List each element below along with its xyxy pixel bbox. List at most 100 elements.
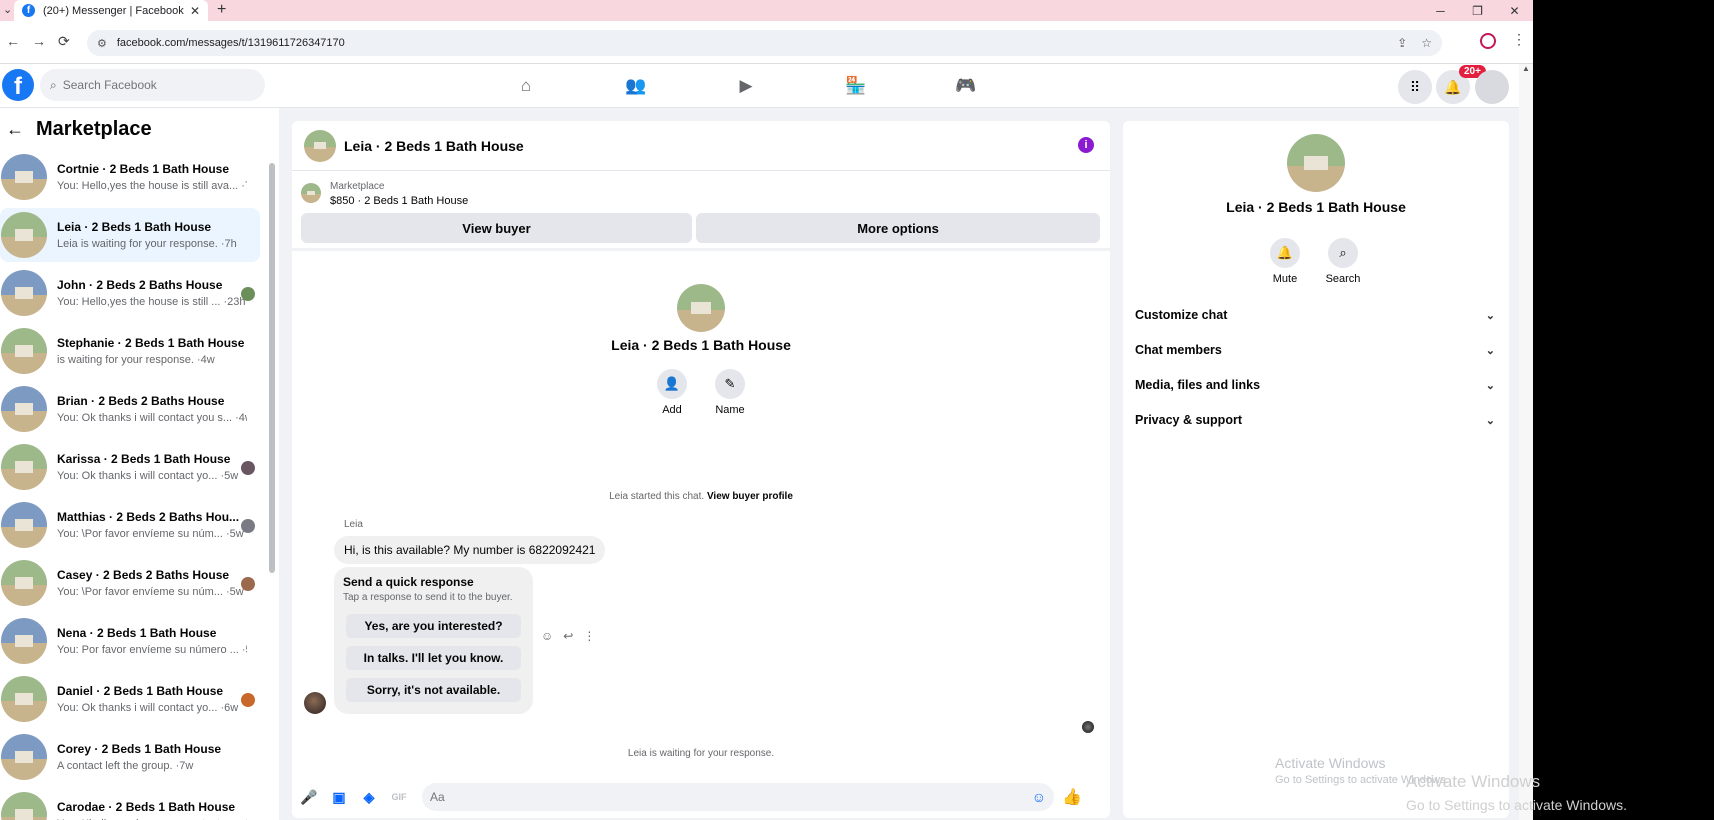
tab-close-icon[interactable]: ✕ <box>190 4 200 18</box>
message-input-box[interactable]: ☺ <box>422 783 1054 811</box>
browser-profile-icon[interactable] <box>1480 33 1496 49</box>
facebook-search[interactable]: ⌕ <box>40 69 265 101</box>
facebook-search-input[interactable] <box>62 78 243 92</box>
account-avatar[interactable] <box>1475 70 1509 104</box>
edit-name-button[interactable]: ✎ Name <box>710 369 750 416</box>
sticker-icon[interactable]: ◈ <box>354 789 384 806</box>
magnifier-icon: ⌕ <box>1328 238 1358 268</box>
tab-messenger[interactable]: f (20+) Messenger | Facebook ✕ <box>14 0 208 21</box>
more-actions-icon[interactable]: ⋮ <box>583 629 595 643</box>
chevron-down-icon: ⌄ <box>1485 379 1495 392</box>
conversation-item[interactable]: Cortnie · 2 Beds 1 Bath House You: Hello,… <box>0 150 260 204</box>
chat-profile-avatar[interactable] <box>677 284 725 332</box>
conversation-item[interactable]: John · 2 Beds 2 Baths House You: Hello,ye… <box>0 266 260 320</box>
read-receipt-avatar <box>241 577 255 591</box>
conversation-item[interactable]: Carodae · 2 Beds 1 Bath HouseYou: Kindly… <box>0 788 260 820</box>
conversation-avatar <box>1 734 47 780</box>
conversation-item[interactable]: Karissa · 2 Beds 1 Bath House You: Ok tha… <box>0 440 260 494</box>
back-button[interactable]: ← <box>6 33 20 49</box>
emoji-icon[interactable]: ☺ <box>1032 789 1046 805</box>
restore-button[interactable]: ❐ <box>1459 0 1496 21</box>
like-thumbs-up-icon[interactable]: 👍 <box>1062 787 1082 807</box>
conversation-avatar <box>1 212 47 258</box>
facebook-favicon-icon: f <box>22 4 35 17</box>
listing-thumbnail[interactable] <box>301 183 321 203</box>
conversation-avatar <box>1 154 47 200</box>
conversation-item[interactable]: Daniel · 2 Beds 1 Bath House You: Ok than… <box>0 672 260 726</box>
quick-response-card: Send a quick response Tap a response to … <box>334 567 533 714</box>
marketplace-icon[interactable]: 🏪 <box>840 72 872 100</box>
section-media-files-links[interactable]: Media, files and links ⌄ <box>1135 374 1495 396</box>
house-image <box>14 577 34 589</box>
site-info-icon[interactable]: ⚙ <box>97 37 107 50</box>
url-field[interactable]: ⚙ facebook.com/messages/t/13196117263471… <box>87 30 1442 56</box>
conversation-preview: is waiting for your response. ·4w <box>57 354 215 366</box>
watch-icon[interactable]: ▶ <box>730 72 762 100</box>
conversation-name: John · 2 Beds 2 Baths House <box>57 278 223 292</box>
tab-search-icon[interactable]: ⌄ <box>3 3 12 16</box>
add-people-button[interactable]: 👤 Add <box>652 369 692 416</box>
bookmark-star-icon[interactable]: ☆ <box>1421 36 1432 50</box>
back-arrow-icon[interactable]: ← <box>6 119 24 140</box>
forward-button[interactable]: → <box>32 33 46 49</box>
microphone-icon[interactable]: 🎤 <box>294 789 324 806</box>
message-input[interactable] <box>430 790 1032 804</box>
conversation-preview: Leia is waiting for your response. ·7h <box>57 238 237 250</box>
minimize-button[interactable]: ─ <box>1422 0 1459 21</box>
conversation-item[interactable]: Nena · 2 Beds 1 Bath House You: Por favor… <box>0 614 260 668</box>
section-chat-members[interactable]: Chat members ⌄ <box>1135 339 1495 361</box>
conversation-item[interactable]: Brian · 2 Beds 2 Baths House You: Ok than… <box>0 382 260 436</box>
quick-response-not-available[interactable]: Sorry, it's not available. <box>346 678 521 702</box>
message-composer: 🎤 ▣ ◈ GIF ☺ 👍 <box>292 776 1110 818</box>
read-receipt-avatar <box>241 461 255 475</box>
quick-response-yes[interactable]: Yes, are you interested? <box>346 614 521 638</box>
section-customize-chat[interactable]: Customize chat ⌄ <box>1135 304 1495 326</box>
chat-profile-name: Leia · 2 Beds 1 Bath House <box>611 337 791 353</box>
watermark-line1: Activate Windows <box>1275 755 1386 771</box>
page-scrollbar[interactable]: ▲ <box>1519 64 1533 820</box>
sender-name: Leia <box>344 519 363 530</box>
conversation-avatar <box>1 502 47 548</box>
friends-icon[interactable]: 👥 <box>620 72 652 100</box>
close-window-button[interactable]: ✕ <box>1496 0 1533 21</box>
search-conversation-button[interactable]: ⌕ Search <box>1318 238 1368 285</box>
conversation-name: Nena · 2 Beds 1 Bath House <box>57 626 217 640</box>
conversation-item[interactable]: Casey · 2 Beds 2 Baths House You: \Por fa… <box>0 556 260 610</box>
conversation-text: Matthias · 2 Beds 2 Baths Hou... You: \Po… <box>57 510 247 540</box>
gif-icon[interactable]: GIF <box>384 792 414 802</box>
more-options-button[interactable]: More options <box>696 213 1100 243</box>
scroll-up-arrow-icon[interactable]: ▲ <box>1522 64 1530 73</box>
chat-details-panel: Leia · 2 Beds 1 Bath House 🔔 Mute ⌕ Sear… <box>1123 121 1509 818</box>
message-bubble[interactable]: Hi, is this available? My number is 6822… <box>334 536 606 564</box>
window-controls: ─ ❐ ✕ <box>1422 0 1533 21</box>
photo-icon[interactable]: ▣ <box>324 789 354 806</box>
reply-icon[interactable]: ↩ <box>563 629 573 643</box>
section-privacy-support[interactable]: Privacy & support ⌄ <box>1135 409 1495 431</box>
chat-header-avatar[interactable] <box>304 129 336 162</box>
chat-title[interactable]: Leia · 2 Beds 1 Bath House <box>344 138 524 154</box>
gaming-icon[interactable]: 🎮 <box>950 72 982 100</box>
sender-avatar[interactable] <box>304 692 326 714</box>
install-app-icon[interactable]: ⇪ <box>1397 36 1407 50</box>
conversation-text: Cortnie · 2 Beds 1 Bath House You: Hello,… <box>57 162 247 192</box>
browser-menu-icon[interactable]: ⋮ <box>1512 31 1526 48</box>
conversation-item[interactable]: Matthias · 2 Beds 2 Baths Hou... You: \Po… <box>0 498 260 552</box>
new-tab-button[interactable]: + <box>217 1 226 19</box>
reload-button[interactable]: ⟳ <box>58 33 70 50</box>
details-avatar[interactable] <box>1287 134 1345 192</box>
mute-button[interactable]: 🔔 Mute <box>1260 238 1310 285</box>
conversation-text: Leia · 2 Beds 1 Bath House Leia is waitin… <box>57 220 247 250</box>
conversation-item[interactable]: Stephanie · 2 Beds 1 Bath House is waitin… <box>0 324 260 378</box>
view-buyer-profile-link[interactable]: View buyer profile <box>707 491 793 502</box>
quick-response-in-talks[interactable]: In talks. I'll let you know. <box>346 646 521 670</box>
facebook-logo[interactable]: f <box>2 69 34 101</box>
apps-menu-icon[interactable]: ⠿ <box>1398 70 1432 104</box>
conversation-item[interactable]: Leia · 2 Beds 1 Bath House Leia is waitin… <box>0 208 260 262</box>
view-buyer-button[interactable]: View buyer <box>301 213 692 243</box>
conversation-item[interactable]: Corey · 2 Beds 1 Bath House A contact lef… <box>0 730 260 784</box>
react-emoji-icon[interactable]: ☺ <box>541 629 553 643</box>
sidebar-scrollbar[interactable] <box>269 163 275 573</box>
listing-price[interactable]: $850 · 2 Beds 1 Bath House <box>330 195 468 207</box>
info-icon[interactable]: i <box>1078 137 1094 153</box>
home-icon[interactable]: ⌂ <box>510 72 542 100</box>
